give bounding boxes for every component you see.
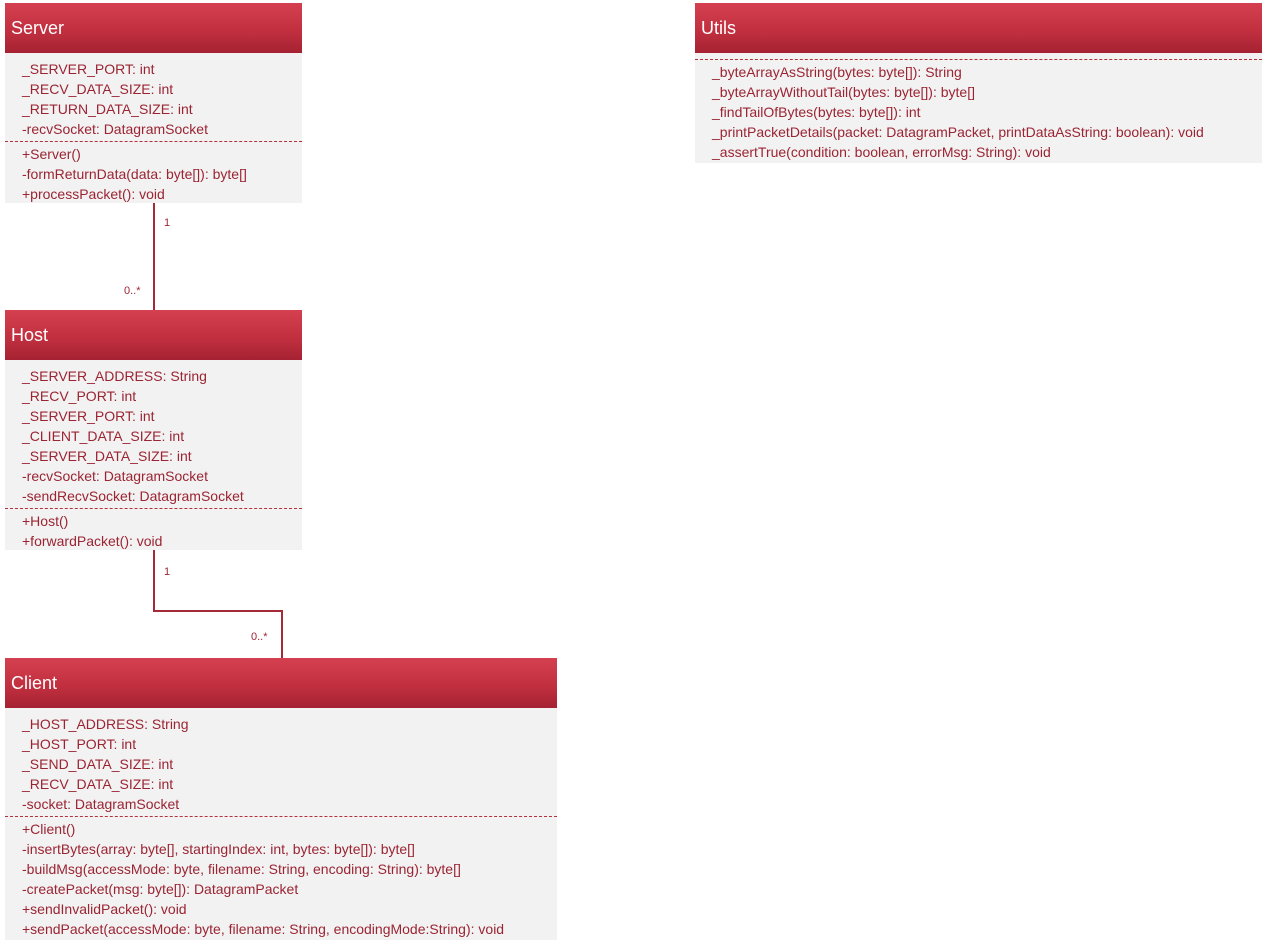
class-client-header: Client [5,658,557,708]
attribute: _RETURN_DATA_SIZE: int [22,101,193,117]
attribute: -recvSocket: DatagramSocket [22,121,208,137]
method: +Host() [22,513,69,529]
method: +Client() [22,821,76,837]
method: _byteArrayAsString(bytes: byte[]): Strin… [712,64,962,80]
attribute: -sendRecvSocket: DatagramSocket [22,488,244,504]
attribute: _HOST_PORT: int [22,736,137,752]
attribute: _SERVER_DATA_SIZE: int [22,448,192,464]
attribute: _CLIENT_DATA_SIZE: int [22,428,185,444]
attribute: _RECV_DATA_SIZE: int [22,776,174,792]
class-utils[interactable]: Utils _byteArrayAsString(bytes: byte[]):… [695,3,1262,163]
class-utils-methods: _byteArrayAsString(bytes: byte[]): Strin… [695,60,1262,163]
class-utils-attributes [695,53,1262,58]
method: _printPacketDetails(packet: DatagramPack… [712,124,1204,140]
class-server-methods: +Server() -formReturnData(data: byte[]):… [5,142,302,205]
method: _assertTrue(condition: boolean, errorMsg… [712,144,1051,160]
association-host-client-line-vertical-2[interactable] [281,610,283,658]
method: _findTailOfBytes(bytes: byte[]): int [712,104,921,120]
attribute: _RECV_DATA_SIZE: int [22,81,174,97]
class-utils-header: Utils [695,3,1262,53]
association-host-client-line-horizontal[interactable] [153,610,283,612]
class-client-attributes: _HOST_ADDRESS: String _HOST_PORT: int _S… [5,708,557,815]
method: -buildMsg(accessMode: byte, filename: St… [22,861,461,877]
class-host-header: Host [5,310,302,360]
class-host[interactable]: Host _SERVER_ADDRESS: String _RECV_PORT:… [5,310,302,550]
class-server-header: Server [5,3,302,53]
multiplicity-server-host-target: 0..* [124,285,141,297]
method: +processPacket(): void [22,186,165,202]
method: -insertBytes(array: byte[], startingInde… [22,841,415,857]
association-host-client-line-vertical-1[interactable] [153,550,155,612]
attribute: _HOST_ADDRESS: String [22,716,189,732]
attribute: _SERVER_PORT: int [22,408,155,424]
attribute: _SERVER_ADDRESS: String [22,368,207,384]
attribute: _SEND_DATA_SIZE: int [22,756,174,772]
multiplicity-server-host-source: 1 [164,217,171,229]
multiplicity-host-client-target: 0..* [251,631,268,643]
class-host-methods: +Host() +forwardPacket(): void [5,509,302,552]
attribute: -recvSocket: DatagramSocket [22,468,208,484]
method: -formReturnData(data: byte[]): byte[] [22,166,247,182]
method: -createPacket(msg: byte[]): DatagramPack… [22,881,299,897]
association-server-host-line[interactable] [153,203,155,310]
attribute: -socket: DatagramSocket [22,796,180,812]
class-host-attributes: _SERVER_ADDRESS: String _RECV_PORT: int … [5,360,302,507]
method: +sendInvalidPacket(): void [22,901,187,917]
attribute: _RECV_PORT: int [22,388,137,404]
class-client-methods: +Client() -insertBytes(array: byte[], st… [5,817,557,940]
method: _byteArrayWithoutTail(bytes: byte[]): by… [712,84,975,100]
class-server-attributes: _SERVER_PORT: int _RECV_DATA_SIZE: int _… [5,53,302,140]
class-client[interactable]: Client _HOST_ADDRESS: String _HOST_PORT:… [5,658,557,940]
method: +sendPacket(accessMode: byte, filename: … [22,921,505,937]
multiplicity-host-client-source: 1 [164,566,171,578]
class-server[interactable]: Server _SERVER_PORT: int _RECV_DATA_SIZE… [5,3,302,203]
attribute: _SERVER_PORT: int [22,61,155,77]
method: +Server() [22,146,81,162]
method: +forwardPacket(): void [22,533,163,549]
